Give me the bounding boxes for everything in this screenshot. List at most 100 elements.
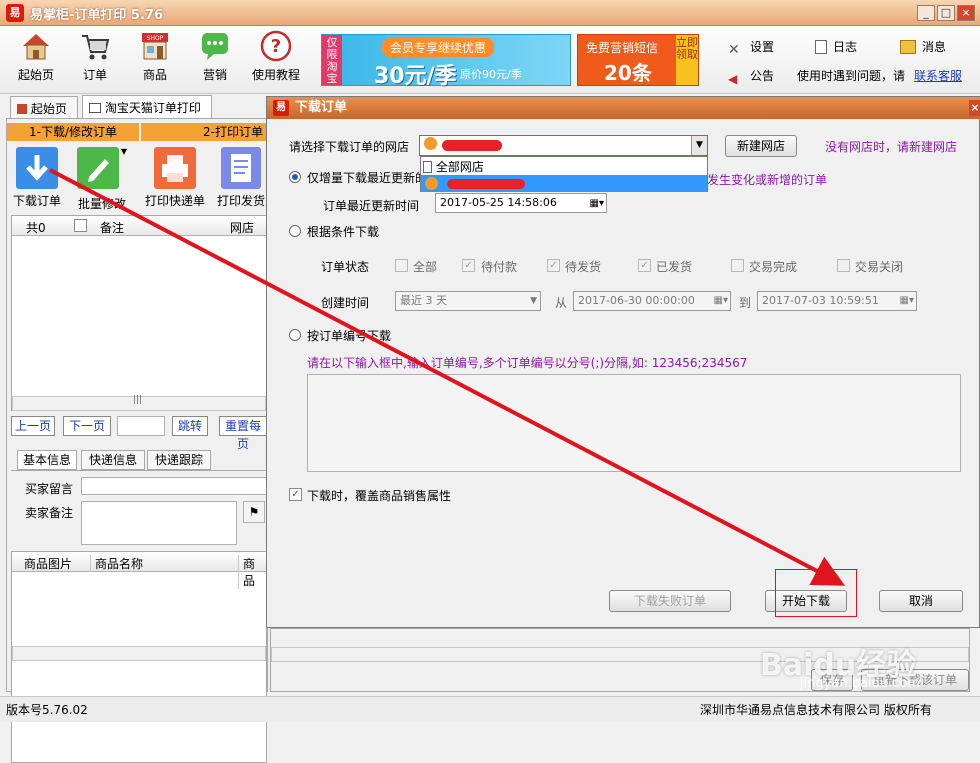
close-button[interactable]: × <box>957 5 975 21</box>
to-date-picker[interactable]: 2017-07-03 10:59:51 ▦▾ <box>757 291 917 311</box>
toolbar-marketing-label: 营销 <box>202 68 227 82</box>
shop-select[interactable]: ▼ <box>419 135 708 156</box>
select-all-checkbox[interactable] <box>74 219 87 232</box>
batch-edit-button[interactable]: ▼ 批量修改 <box>69 147 135 212</box>
house-icon <box>23 34 49 60</box>
toolbar-tutorial-label: 使用教程 <box>251 68 300 82</box>
reset-per-page-button[interactable]: 重置每页 <box>219 416 267 451</box>
status-shipped-checkbox[interactable]: ✓ <box>638 259 651 272</box>
download-failed-orders-button[interactable]: 下载失败订单 <box>609 590 731 612</box>
status-pending-payment-checkbox[interactable]: ✓ <box>462 259 475 272</box>
minimize-button[interactable]: _ <box>917 5 935 21</box>
status-shipped-label: 已发货 <box>656 260 693 274</box>
toolbar-goods-button[interactable]: SHOP 商品 <box>128 30 182 90</box>
print-invoice-button[interactable]: 打印发货 <box>213 147 269 209</box>
shop-dropdown-list[interactable]: 全部网店 <box>420 156 708 192</box>
promo-headline: 会员专享继续优惠 <box>382 38 495 57</box>
last-update-picker[interactable]: 2017-05-25 14:58:06 ▦▾ <box>435 193 607 213</box>
version-label: 版本号5.76.02 <box>6 703 88 717</box>
tab-home-label: 起始页 <box>30 102 67 116</box>
page-number-input[interactable] <box>117 416 165 436</box>
status-closed-checkbox[interactable] <box>837 259 850 272</box>
goods-grid-header: 商品图片 商品名称 商品 <box>12 552 266 589</box>
order-id-textarea[interactable] <box>307 374 961 472</box>
incremental-hint: 发生变化或新增的订单 <box>707 173 828 187</box>
vip-promo-banner[interactable]: 仅限淘宝 会员专享继续优惠 30元/季 原价90元/季 <box>321 34 571 89</box>
log-link[interactable]: 日志 <box>815 38 857 55</box>
calendar-icon[interactable]: ▦▾ <box>590 195 604 213</box>
dropdown-item-shop[interactable] <box>421 175 707 192</box>
cart-icon <box>82 35 110 60</box>
maximize-button[interactable]: □ <box>937 5 955 21</box>
tab-express-info[interactable]: 快递信息 <box>81 450 145 470</box>
notice-label: 公告 <box>750 69 775 83</box>
step2-header: 2-打印订单 <box>141 123 267 141</box>
tab-basic-info[interactable]: 基本信息 <box>17 450 77 470</box>
seller-note-label: 卖家备注 <box>25 506 74 520</box>
notice-link[interactable]: ◀ 公告 <box>728 67 774 86</box>
settings-link[interactable]: ✕ 设置 <box>728 38 774 58</box>
tab-express-tracking[interactable]: 快递跟踪 <box>147 450 211 470</box>
by-order-id-radio[interactable] <box>289 329 301 341</box>
help-icon: ? <box>260 30 292 62</box>
status-all-checkbox[interactable] <box>395 259 408 272</box>
seller-note-field[interactable] <box>81 501 237 545</box>
toolbar-orders-button[interactable]: 订单 <box>68 30 122 90</box>
batch-edit-label: 批量修改 <box>77 197 126 211</box>
shop-select-label: 请选择下载订单的网店 <box>289 140 410 154</box>
orders-grid[interactable]: 共0 备注 网店 ||| <box>11 215 267 411</box>
download-icon <box>16 147 58 189</box>
download-orders-dialog: 易 下载订单 × 请选择下载订单的网店 ▼ 新建网店 没有网店时，请新建网店 仅… <box>266 96 980 628</box>
printer-tab-icon <box>89 103 101 113</box>
flag-icon[interactable]: ⚑ <box>243 501 265 523</box>
overwrite-attr-checkbox[interactable]: ✓ <box>289 488 302 501</box>
next-page-button[interactable]: 下一页 <box>63 416 111 436</box>
condition-radio[interactable] <box>289 225 301 237</box>
time-range-select[interactable]: 最近 3 天 ▼ <box>395 291 541 311</box>
new-shop-button[interactable]: 新建网店 <box>725 135 797 157</box>
print-express-label: 打印快递单 <box>144 194 205 208</box>
incremental-radio[interactable] <box>289 171 301 183</box>
status-completed-label: 交易完成 <box>749 260 798 274</box>
toolbar-goods-label: 商品 <box>142 68 167 82</box>
pencil-icon <box>76 147 119 189</box>
contact-support-link[interactable]: 联系客服 <box>914 67 962 84</box>
sms-promo-banner[interactable]: 免费营销短信 20条 立即领取 <box>577 34 699 86</box>
toolbar-home-button[interactable]: 起始页 <box>9 30 63 90</box>
goods-horizontal-scrollbar[interactable] <box>12 646 266 661</box>
tab-taobao-print[interactable]: 淘宝天猫订单打印 <box>82 95 212 118</box>
log-label: 日志 <box>833 40 858 54</box>
dropdown-item-all-label: 全部网店 <box>435 160 484 174</box>
status-pending-shipment-checkbox[interactable]: ✓ <box>547 259 560 272</box>
horizontal-scrollbar[interactable]: ||| <box>12 395 266 411</box>
jump-button[interactable]: 跳转 <box>172 416 208 436</box>
chevron-down-icon[interactable]: ▼ <box>691 136 707 155</box>
goods-grid[interactable]: 商品图片 商品名称 商品 <box>11 551 267 763</box>
dropdown-arrow-icon[interactable]: ▼ <box>121 147 127 156</box>
toolbar-marketing-button[interactable]: 营销 <box>188 30 242 90</box>
download-orders-label: 下载订单 <box>12 194 61 208</box>
sms-promo-tag: 立即领取 <box>676 35 698 85</box>
print-express-button[interactable]: 打印快递单 <box>143 147 207 209</box>
to-date-value: 2017-07-03 10:59:51 <box>762 294 879 307</box>
status-completed-checkbox[interactable] <box>731 259 744 272</box>
sms-promo-amount: 20条 <box>604 61 652 85</box>
messages-link[interactable]: 消息 <box>900 38 946 55</box>
cancel-button[interactable]: 取消 <box>879 590 963 612</box>
dialog-close-button[interactable]: × <box>969 100 980 116</box>
app-logo: 易 <box>6 4 24 22</box>
download-orders-button[interactable]: 下载订单 <box>9 147 65 209</box>
sms-promo-headline: 免费营销短信 <box>586 41 659 55</box>
from-date-picker[interactable]: 2017-06-30 00:00:00 ▦▾ <box>573 291 731 311</box>
order-print-pane: 1-下载/修改订单 2-打印订单 下载订单 ▼ 批量修改 打印快递单 打印发货 … <box>6 118 269 763</box>
toolbar-tutorial-button[interactable]: ? 使用教程 <box>247 30 305 90</box>
messages-label: 消息 <box>922 40 947 54</box>
printer-icon <box>154 147 196 189</box>
buyer-message-label: 买家留言 <box>25 482 74 496</box>
redacted-shop-name <box>447 179 525 189</box>
dialog-logo: 易 <box>273 100 289 116</box>
prev-page-button[interactable]: 上一页 <box>11 416 55 436</box>
status-bar: 版本号5.76.02 深圳市华通易点信息技术有限公司 版权所有 <box>0 696 980 722</box>
dropdown-item-all-shops[interactable]: 全部网店 <box>423 158 484 174</box>
tab-home[interactable]: 起始页 <box>10 96 78 118</box>
